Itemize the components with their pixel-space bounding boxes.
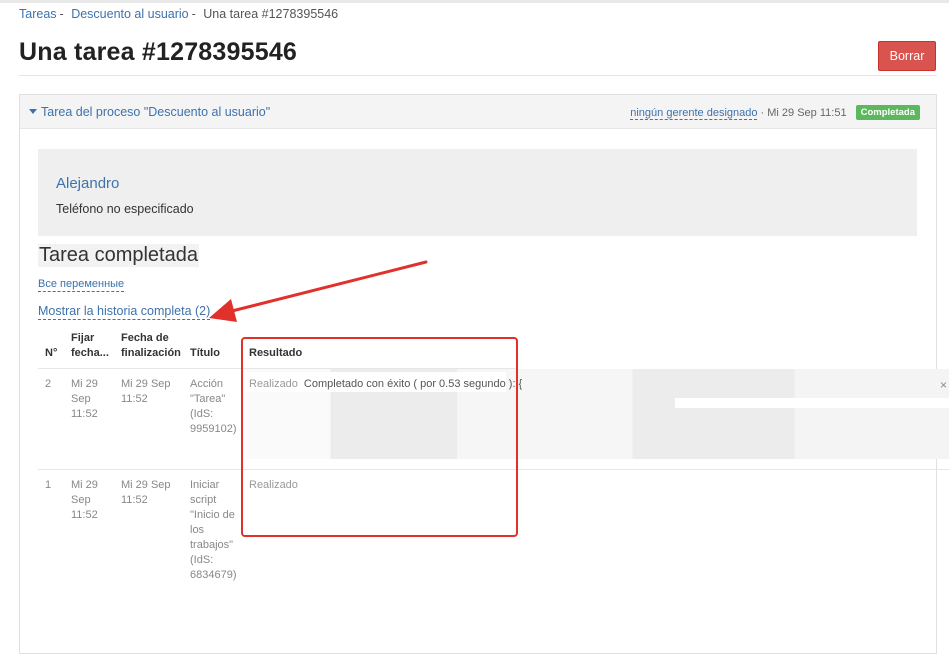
annotation-arrow-icon (209, 260, 428, 322)
